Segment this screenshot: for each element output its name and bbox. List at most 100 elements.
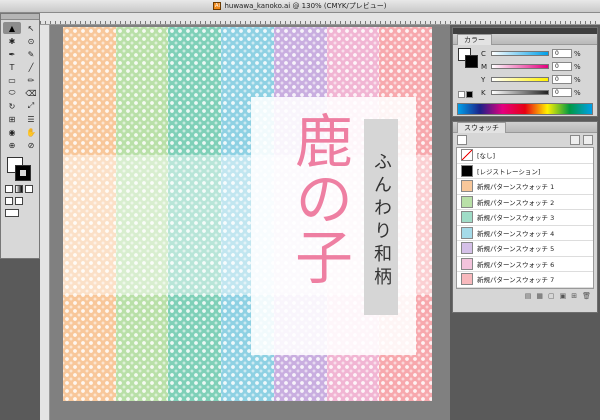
- channel-value-input[interactable]: 0: [552, 88, 572, 97]
- percent-label: %: [574, 49, 581, 58]
- screen-mode-row: [1, 207, 39, 219]
- color-panel-stroke-swatch[interactable]: [465, 55, 478, 68]
- color-channel-row: K 0%: [453, 86, 597, 99]
- swatch-item[interactable]: 新規パターンスウォッチ 3: [457, 210, 593, 226]
- swatch-label: 新規パターンスウォッチ 5: [477, 245, 555, 254]
- swatch-item[interactable]: [なし]: [457, 148, 593, 164]
- channel-slider[interactable]: [491, 90, 549, 95]
- swatch-item[interactable]: 新規パターンスウォッチ 1: [457, 179, 593, 195]
- swatch-label: [レジストレーション]: [477, 167, 541, 176]
- swatch-list: [なし] [レジストレーション] 新規パターンスウォッチ 1 新規パターンスウォッチ …: [456, 147, 594, 289]
- document-title-bar: Ai huwawa_kanoko.ai @ 130% (CMYK/プレビュー): [0, 0, 600, 13]
- fill-stroke-mini-icon[interactable]: [457, 135, 467, 145]
- draw-behind-button[interactable]: [15, 197, 23, 205]
- library-menu-icon[interactable]: ▤: [525, 292, 532, 300]
- swatch-item[interactable]: 新規パターンスウォッチ 2: [457, 195, 593, 210]
- swatch-chip: [461, 226, 473, 239]
- list-view-icon[interactable]: [570, 135, 580, 145]
- swatch-chip: [461, 257, 473, 270]
- horizontal-ruler[interactable]: [0, 13, 600, 25]
- tab-color[interactable]: カラー: [457, 33, 492, 45]
- channel-value-input[interactable]: 0: [552, 75, 572, 84]
- channel-label: Y: [481, 75, 486, 84]
- color-mode-buttons: [1, 183, 39, 195]
- rotate-tool-icon[interactable]: ↻: [3, 100, 21, 112]
- swatch-chip: [461, 180, 473, 193]
- draw-normal-button[interactable]: [5, 197, 13, 205]
- fill-stroke-control: [3, 157, 37, 183]
- eraser-icon[interactable]: ⌫: [22, 87, 40, 99]
- thumbnail-view-icon[interactable]: [583, 135, 593, 145]
- swatch-chip: [461, 149, 473, 162]
- swatch-label: 新規パターンスウォッチ 2: [477, 198, 555, 207]
- swatches-panel-tabbar: スウォッチ: [453, 121, 597, 133]
- eyedropper-icon[interactable]: ◉: [3, 126, 21, 138]
- channel-label: K: [481, 88, 486, 97]
- swatch-label: 新規パターンスウォッチ 1: [477, 183, 555, 192]
- swatch-label: [なし]: [477, 152, 496, 161]
- type-tool-icon[interactable]: T: [3, 61, 21, 73]
- swatch-label: 新規パターンスウォッチ 7: [477, 276, 555, 285]
- new-swatch-icon[interactable]: ⊞: [571, 292, 577, 300]
- channel-value-input[interactable]: 0: [552, 62, 572, 71]
- show-kinds-icon[interactable]: ▦: [536, 292, 543, 300]
- percent-label: %: [574, 88, 581, 97]
- swatches-panel: スウォッチ [なし] [レジストレーション] 新規パターンスウォッチ 1 新規パターン…: [452, 121, 598, 313]
- vertical-ruler[interactable]: [40, 25, 50, 420]
- color-button[interactable]: [5, 185, 13, 193]
- zoom-tool-icon[interactable]: ⊕: [3, 139, 21, 151]
- channel-value-input[interactable]: 0: [552, 49, 572, 58]
- swatch-item[interactable]: [レジストレーション]: [457, 164, 593, 179]
- swatch-chip: [461, 195, 473, 208]
- swatch-item[interactable]: 新規パターンスウォッチ 4: [457, 226, 593, 241]
- swatch-chip: [461, 242, 473, 255]
- scale-tool-icon[interactable]: ⤢: [22, 100, 40, 112]
- tab-swatches[interactable]: スウォッチ: [457, 121, 506, 133]
- line-tool-icon[interactable]: ╱: [22, 61, 40, 73]
- channel-slider[interactable]: [491, 64, 549, 69]
- direct-selection-tool-icon[interactable]: ↖: [22, 22, 40, 34]
- paintbrush-icon[interactable]: ✏: [22, 74, 40, 86]
- gradient-button[interactable]: [15, 185, 23, 193]
- swatch-chip: [461, 164, 473, 177]
- stroke-swatch[interactable]: [15, 165, 31, 181]
- swatch-label: 新規パターンスウォッチ 6: [477, 260, 555, 269]
- none-white-black-swatches: [458, 91, 473, 98]
- swatch-item[interactable]: 新規パターンスウォッチ 5: [457, 241, 593, 257]
- channel-label: M: [481, 62, 488, 71]
- symbol-sprayer-icon[interactable]: ⊘: [22, 139, 40, 151]
- swatch-chip: [461, 273, 473, 286]
- main-title-text: 鹿の子: [285, 111, 353, 285]
- tool-grid: ▲ ↖ ✱ ⊙ ✒ ✎ T ╱ ▭ ✏ ⬭ ⌫ ↻ ⤢ ⊞ ☰ ◉ ✋ ⊕ ⊘: [1, 20, 39, 153]
- swatch-item[interactable]: 新規パターンスウォッチ 7: [457, 272, 593, 288]
- mesh-tool-icon[interactable]: ⊞: [3, 113, 21, 125]
- pen-tool-icon[interactable]: ✒: [3, 48, 21, 60]
- swatches-toolbar: [453, 133, 597, 147]
- swatch-item[interactable]: 新規パターンスウォッチ 6: [457, 257, 593, 272]
- swatches-footer: ▤ ▦ ▢ ▣ ⊞ 🗑: [453, 289, 597, 303]
- channel-slider[interactable]: [491, 51, 549, 56]
- none-swatch[interactable]: [458, 91, 465, 98]
- screen-mode-button[interactable]: [5, 209, 19, 217]
- percent-label: %: [574, 75, 581, 84]
- drawing-mode-buttons: [1, 195, 39, 207]
- none-button[interactable]: [25, 185, 33, 193]
- graph-tool-icon[interactable]: ☰: [22, 113, 40, 125]
- artboard[interactable]: 鹿の子 ふんわり和柄: [63, 27, 432, 401]
- channel-slider[interactable]: [491, 77, 549, 82]
- hand-tool-icon[interactable]: ✋: [22, 126, 40, 138]
- selection-tool-icon[interactable]: ▲: [3, 22, 21, 34]
- swatch-options-icon[interactable]: ▢: [548, 292, 555, 300]
- lasso-icon[interactable]: ⊙: [22, 35, 40, 47]
- pencil-tool-icon[interactable]: ✎: [22, 48, 40, 60]
- magic-wand-icon[interactable]: ✱: [3, 35, 21, 47]
- new-group-icon[interactable]: ▣: [560, 292, 567, 300]
- color-channel-row: Y 0%: [453, 73, 597, 86]
- black-swatch[interactable]: [466, 91, 473, 98]
- color-spectrum-bar[interactable]: [457, 103, 593, 115]
- blob-brush-icon[interactable]: ⬭: [3, 87, 21, 99]
- percent-label: %: [574, 62, 581, 71]
- color-panel: カラー C 0% M 0% Y 0% K 0%: [452, 27, 598, 117]
- rectangle-tool-icon[interactable]: ▭: [3, 74, 21, 86]
- delete-swatch-icon[interactable]: 🗑: [582, 292, 591, 300]
